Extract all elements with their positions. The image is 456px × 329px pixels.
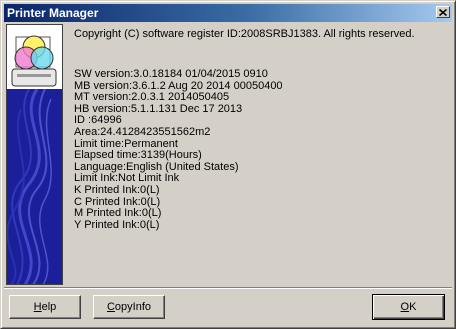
m-printed-ink: M Printed Ink:0(L) bbox=[74, 207, 162, 220]
sw-version: SW version:3.0.18184 01/04/2015 0910 bbox=[74, 68, 268, 80]
area-value: Area:24.4128423551562m2 bbox=[74, 125, 211, 138]
elapsed-time: Elapsed time:3139(Hours) bbox=[74, 149, 202, 162]
copyinfo-button-label: opyInfo bbox=[114, 301, 152, 313]
y-printed-ink: Y Printed Ink:0(L) bbox=[74, 218, 160, 231]
version-info-list: SW version:3.0.18184 01/04/2015 0910 MB … bbox=[74, 68, 283, 231]
side-banner-image bbox=[6, 24, 63, 285]
ok-button[interactable]: OK bbox=[372, 294, 445, 320]
close-icon bbox=[439, 8, 447, 16]
copyinfo-button-mnemonic: C bbox=[106, 301, 115, 313]
divider bbox=[4, 287, 452, 289]
title-bar[interactable]: Printer Manager bbox=[4, 4, 452, 22]
copyright-text: Copyright (C) software register ID:2008S… bbox=[74, 28, 415, 40]
printer-manager-dialog: Printer Manager Copyright (C) software r… bbox=[0, 0, 456, 329]
k-printed-ink: K Printed Ink:0(L) bbox=[74, 183, 160, 196]
ink-circles-logo bbox=[7, 25, 62, 90]
close-button[interactable] bbox=[436, 6, 450, 18]
ok-button-mnemonic: O bbox=[400, 301, 410, 313]
window-title: Printer Manager bbox=[7, 6, 99, 20]
help-button[interactable]: Help bbox=[9, 295, 81, 319]
help-button-mnemonic: H bbox=[33, 301, 42, 313]
blue-wave-pattern bbox=[7, 89, 62, 284]
help-button-label: elp bbox=[41, 301, 57, 313]
ok-button-label: K bbox=[409, 301, 417, 313]
copyinfo-button[interactable]: CopyInfo bbox=[93, 295, 165, 319]
